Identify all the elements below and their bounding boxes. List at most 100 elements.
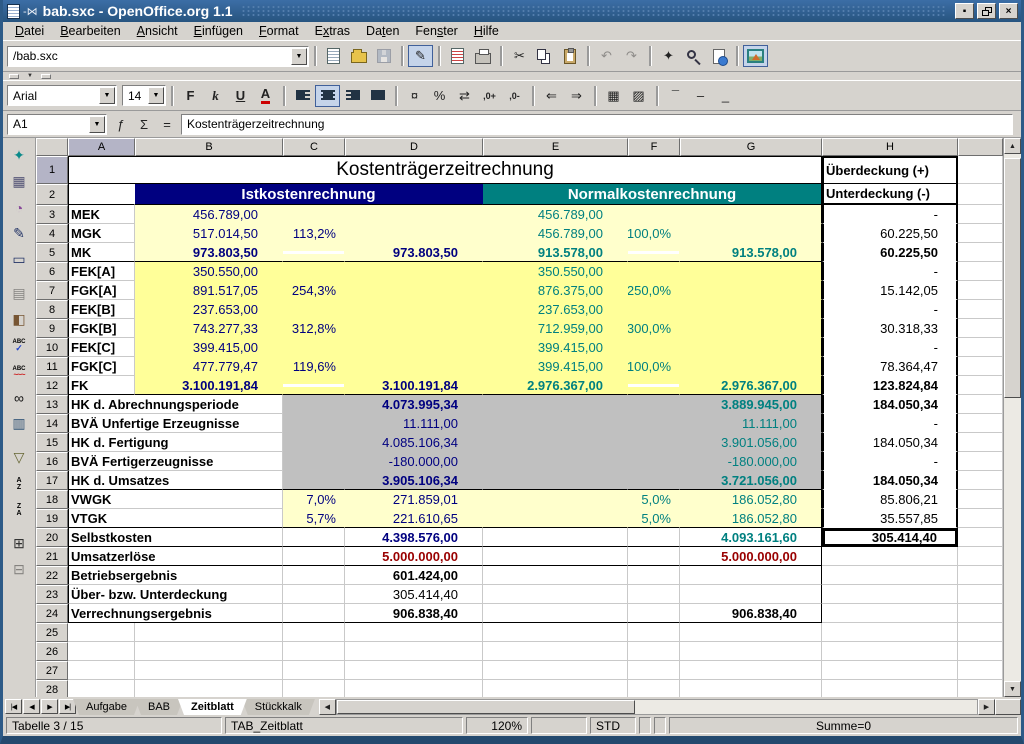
- redo-button[interactable]: ↷: [619, 45, 644, 67]
- row-header-27[interactable]: 27: [36, 661, 68, 680]
- cell-H23[interactable]: [822, 585, 958, 604]
- cell-G8[interactable]: [680, 300, 822, 319]
- insert-frame-button[interactable]: ▤: [6, 281, 33, 306]
- cell-F14[interactable]: [628, 414, 680, 433]
- font-name-input[interactable]: Arial: [8, 89, 99, 103]
- cell-D19[interactable]: 221.610,65: [345, 509, 483, 528]
- cell-F6[interactable]: [628, 262, 680, 281]
- cell-A15[interactable]: HK d. Fertigung: [68, 433, 283, 452]
- cell-B7[interactable]: 891.517,05: [135, 281, 283, 300]
- cell-G21[interactable]: 5.000.000,00: [680, 547, 822, 566]
- cell-F3[interactable]: [628, 205, 680, 224]
- cell-A28[interactable]: [68, 680, 135, 697]
- scroll-left-icon[interactable]: ◀: [319, 699, 336, 715]
- cell-G4[interactable]: [680, 224, 822, 243]
- cell-C9[interactable]: 312,8%: [283, 319, 345, 338]
- sheet-tab-bab[interactable]: BAB: [135, 699, 183, 715]
- function-wizard-button[interactable]: ƒ: [110, 113, 132, 135]
- sum-field[interactable]: Summe=0: [669, 717, 1018, 734]
- cell-C14[interactable]: [283, 414, 345, 433]
- cell-E18[interactable]: [483, 490, 628, 509]
- column-header-E[interactable]: E: [483, 138, 628, 156]
- row-header-14[interactable]: 14: [36, 414, 68, 433]
- cell-C12[interactable]: [283, 376, 345, 395]
- save-button[interactable]: [371, 45, 396, 67]
- cell-stub-26[interactable]: [958, 642, 1003, 661]
- zoom-button[interactable]: [681, 45, 706, 67]
- cell-G28[interactable]: [680, 680, 822, 697]
- export-pdf-button[interactable]: [445, 45, 470, 67]
- column-header-H[interactable]: H: [822, 138, 958, 156]
- vertical-scroll-thumb[interactable]: [1004, 158, 1021, 398]
- horizontal-scrollbar[interactable]: ◀ ▶: [319, 698, 1021, 715]
- cell-G16[interactable]: -180.000,00: [680, 452, 822, 471]
- sort-ascending-button[interactable]: A Z: [6, 471, 33, 496]
- cell-B11[interactable]: 477.779,47: [135, 357, 283, 376]
- cell-stub-13[interactable]: [958, 395, 1003, 414]
- cell-H8[interactable]: -: [822, 300, 958, 319]
- cell-G5[interactable]: 913.578,00: [680, 243, 822, 262]
- window-menu-icon[interactable]: [7, 4, 20, 19]
- cell-G12[interactable]: 2.976.367,00: [680, 376, 822, 395]
- row-header-15[interactable]: 15: [36, 433, 68, 452]
- cell-G25[interactable]: [680, 623, 822, 642]
- cell-H28[interactable]: [822, 680, 958, 697]
- cell-reference-input[interactable]: A1: [8, 117, 89, 131]
- cell-D7[interactable]: [345, 281, 483, 300]
- cell-C19[interactable]: 5,7%: [283, 509, 345, 528]
- cell-B8[interactable]: 237.653,00: [135, 300, 283, 319]
- cell-D28[interactable]: [345, 680, 483, 697]
- cut-button[interactable]: ✂: [507, 45, 532, 67]
- function-button[interactable]: =: [156, 113, 178, 135]
- cell-H4[interactable]: 60.225,50: [822, 224, 958, 243]
- cell-E22[interactable]: [483, 566, 628, 585]
- cell-G17[interactable]: 3.721.056,00: [680, 471, 822, 490]
- cell-F7[interactable]: 250,0%: [628, 281, 680, 300]
- cell-A8[interactable]: FEK[B]: [68, 300, 135, 319]
- cell-E3[interactable]: 456.789,00: [483, 205, 628, 224]
- toolbar-handle[interactable]: [9, 74, 19, 79]
- cell-stub-23[interactable]: [958, 585, 1003, 604]
- cell-D17[interactable]: 3.905.106,34: [345, 471, 483, 490]
- cell-C8[interactable]: [283, 300, 345, 319]
- row-header-6[interactable]: 6: [36, 262, 68, 281]
- cell-A5[interactable]: MK: [68, 243, 135, 262]
- insert-object-button[interactable]: ◔: [6, 195, 33, 220]
- cell-H19[interactable]: 35.557,85: [822, 509, 958, 528]
- cell-C22[interactable]: [283, 566, 345, 585]
- row-header-17[interactable]: 17: [36, 471, 68, 490]
- row-header-18[interactable]: 18: [36, 490, 68, 509]
- cell-F16[interactable]: [628, 452, 680, 471]
- cell-H13[interactable]: 184.050,34: [822, 395, 958, 414]
- row-header-9[interactable]: 9: [36, 319, 68, 338]
- cell-F10[interactable]: [628, 338, 680, 357]
- cell-H27[interactable]: [822, 661, 958, 680]
- cell-E5[interactable]: 913.578,00: [483, 243, 628, 262]
- cell-G26[interactable]: [680, 642, 822, 661]
- insert-button[interactable]: ✦: [6, 143, 33, 168]
- cell-F11[interactable]: 100,0%: [628, 357, 680, 376]
- row-header-4[interactable]: 4: [36, 224, 68, 243]
- last-sheet-button[interactable]: ▶|: [59, 699, 76, 714]
- copy-button[interactable]: [532, 45, 557, 67]
- row-header-19[interactable]: 19: [36, 509, 68, 528]
- cell-H18[interactable]: 85.806,21: [822, 490, 958, 509]
- zoom-level[interactable]: 120%: [466, 717, 528, 734]
- menu-format[interactable]: Format: [251, 22, 307, 40]
- cell-D24[interactable]: 906.838,40: [345, 604, 483, 623]
- cell-stub-1[interactable]: [958, 156, 1003, 184]
- cell-D18[interactable]: 271.859,01: [345, 490, 483, 509]
- navigator-button[interactable]: ✦: [656, 45, 681, 67]
- menu-fenster[interactable]: Fenster: [407, 22, 465, 40]
- menu-hilfe[interactable]: Hilfe: [466, 22, 507, 40]
- cell-A22[interactable]: Betriebsergebnis: [68, 566, 283, 585]
- column-header-B[interactable]: B: [135, 138, 283, 156]
- cell-stub-7[interactable]: [958, 281, 1003, 300]
- restore-button[interactable]: [977, 3, 996, 19]
- cell-F22[interactable]: [628, 566, 680, 585]
- cell-A14[interactable]: BVÄ Unfertige Erzeugnisse: [68, 414, 283, 433]
- cell-G11[interactable]: [680, 357, 822, 376]
- cell-D25[interactable]: [345, 623, 483, 642]
- autofilter-button[interactable]: ▽: [6, 445, 33, 470]
- cell-D12[interactable]: 3.100.191,84: [345, 376, 483, 395]
